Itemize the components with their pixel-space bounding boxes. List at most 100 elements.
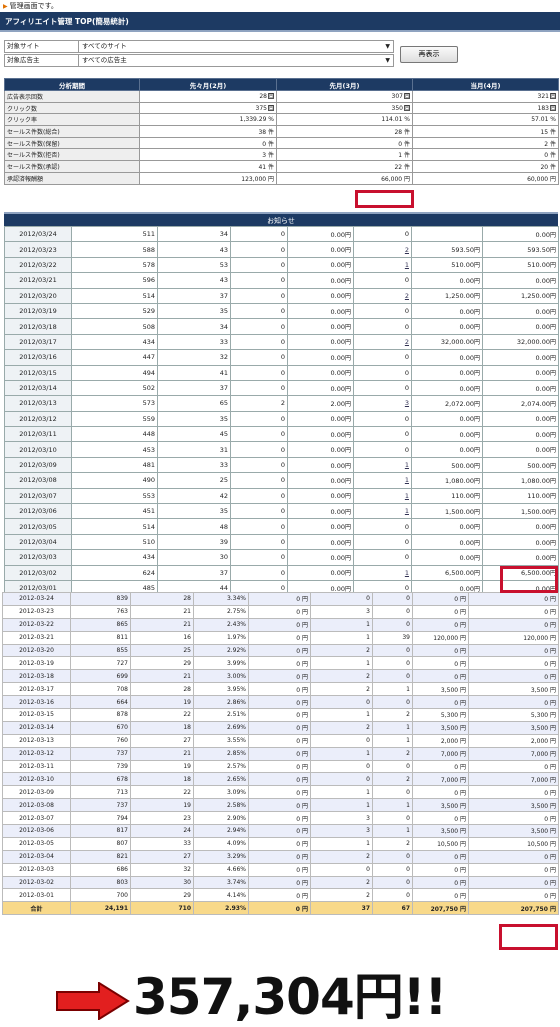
daily-value: 529	[142, 307, 155, 316]
daily2-value: 3.29%	[226, 853, 246, 861]
daily2-value: 0 円	[296, 686, 308, 694]
daily2-value: 2	[406, 775, 410, 783]
sales-link[interactable]: 1	[405, 569, 409, 577]
yen-unit: 円	[473, 262, 480, 270]
daily2-cell: 2	[310, 849, 373, 864]
daily2-value: 2	[366, 685, 370, 693]
daily2-cell: 2012-03-18	[2, 669, 71, 684]
daily-cell: 0.00円	[482, 225, 559, 243]
page-title: アフィリエイト管理 TOP(簡易統計)	[0, 12, 560, 32]
daily-row: 2012/03/04 510 39 0 0.00円 0 0.00円 0.00円	[4, 533, 559, 551]
sales-link[interactable]: 2	[405, 292, 409, 300]
advertiser-select[interactable]: すべての広告主 ▼	[79, 55, 393, 66]
daily-value: 0.00	[330, 353, 345, 362]
daily-cell: 0.00円	[287, 349, 354, 366]
daily2-cell: 5,300 円	[412, 708, 469, 722]
daily2-value: 2012-03-16	[19, 698, 54, 706]
daily2-cell: 2.75%	[193, 604, 249, 619]
daily2-cell: 28	[130, 682, 194, 697]
daily2-value: 0	[406, 866, 410, 874]
daily-value: 0.00	[330, 292, 345, 301]
daily-cell: 0	[230, 364, 288, 381]
daily2-cell: 2012-03-04	[2, 849, 71, 864]
daily2-value: 29	[183, 659, 191, 667]
daily-cell: 0	[230, 472, 288, 489]
daily-value: 0	[280, 568, 285, 577]
daily2-cell: 0 円	[412, 617, 469, 632]
daily2-value: 0 円	[544, 789, 556, 797]
daily-cell: 500.00円	[482, 456, 559, 474]
redisplay-button[interactable]: 再表示	[400, 46, 458, 63]
sales-link[interactable]: 2	[405, 246, 409, 254]
daily2-cell: 207,750 円	[468, 901, 559, 916]
daily2-row: 2012-03-08 737 19 2.58% 0 円 1 1 3,500 円 3,500 円	[2, 798, 559, 813]
daily2-cell: 0 円	[412, 592, 469, 606]
daily-value: 35	[219, 414, 228, 423]
sales-link[interactable]: 1	[405, 461, 409, 469]
yen-unit: 円	[473, 431, 480, 439]
daily-value: 0.00	[330, 246, 345, 255]
daily-cell: 0.00円	[411, 318, 483, 335]
daily2-value: 29	[183, 891, 191, 899]
advertiser-select-value: すべての広告主	[82, 56, 127, 64]
daily2-value: 0 円	[544, 622, 556, 630]
sales-link[interactable]: 2	[405, 338, 409, 346]
daily2-value: 1	[366, 621, 370, 629]
yen-unit: 円	[344, 447, 351, 455]
daily-cell: 2012/03/03	[4, 549, 72, 566]
daily-value: 43	[219, 276, 228, 285]
daily2-cell: 2012-03-10	[2, 772, 71, 787]
daily-value: 0	[404, 445, 409, 454]
daily-value: 0.00	[330, 538, 345, 547]
daily2-cell: 0 円	[248, 669, 311, 684]
daily-value: 559	[142, 414, 155, 423]
daily-row: 2012/03/18 508 34 0 0.00円 0 0.00円 0.00円	[4, 318, 559, 335]
daily-cell: 1,500.00円	[411, 503, 483, 520]
stats-cell: 307 回	[276, 90, 413, 103]
daily-value: 2012/03/09	[19, 461, 57, 470]
daily2-value: 763	[116, 608, 128, 616]
daily2-cell: 3,500 円	[468, 798, 559, 813]
highlight-daily2-total	[499, 924, 558, 950]
site-select[interactable]: すべてのサイト ▼	[79, 41, 393, 52]
daily2-value: 803	[116, 879, 128, 887]
daily2-cell: 2.51%	[193, 708, 249, 722]
daily-value: 32,000.00	[440, 338, 474, 347]
daily-value: 0.00	[330, 569, 345, 578]
sales-link[interactable]: 1	[405, 261, 409, 269]
daily-value: 0.00	[459, 369, 474, 378]
daily2-value: 0	[406, 788, 410, 796]
daily-value: 0	[280, 584, 285, 593]
stats-row: クリック率 1,339.29 % 114.01 % 57.01 %	[4, 113, 559, 127]
daily2-value: 1	[366, 659, 370, 667]
sales-link[interactable]: 1	[405, 492, 409, 500]
daily2-cell: 699	[70, 669, 131, 684]
daily-cell: 39	[157, 533, 231, 551]
daily-value: 453	[142, 445, 155, 454]
sales-link[interactable]: 3	[405, 399, 409, 407]
daily2-value: 0 円	[296, 609, 308, 617]
daily-value: 0	[280, 260, 285, 269]
daily-value: 2012/03/05	[19, 522, 57, 531]
daily-row: 2012/03/12 559 35 0 0.00円 0 0.00円 0.00円	[4, 410, 559, 428]
yen-unit: 円	[344, 277, 351, 285]
daily2-cell: 0 円	[248, 720, 311, 735]
daily2-value: 0 円	[544, 673, 556, 681]
sales-link[interactable]: 1	[405, 476, 409, 484]
stats-value: 0 件	[262, 140, 274, 148]
sales-link[interactable]: 1	[405, 507, 409, 515]
daily-cell: 0.00円	[287, 364, 354, 381]
daily2-value: 2012-03-05	[19, 840, 54, 848]
daily2-cell: 2	[372, 772, 413, 787]
daily2-cell: 2012-03-16	[2, 695, 71, 710]
yen-unit: 円	[473, 524, 480, 532]
daily-value: 42	[219, 491, 228, 500]
stats-value: 1 件	[398, 152, 410, 160]
daily-cell: 34	[157, 318, 231, 335]
daily-value: 0.00	[535, 323, 550, 332]
daily-row: 2012/03/16 447 32 0 0.00円 0 0.00円 0.00円	[4, 349, 559, 366]
daily2-value: 2	[366, 647, 370, 654]
daily2-value: 0 円	[295, 905, 308, 913]
stats-value: 3 件	[262, 152, 274, 160]
daily-value: 0	[280, 368, 285, 377]
